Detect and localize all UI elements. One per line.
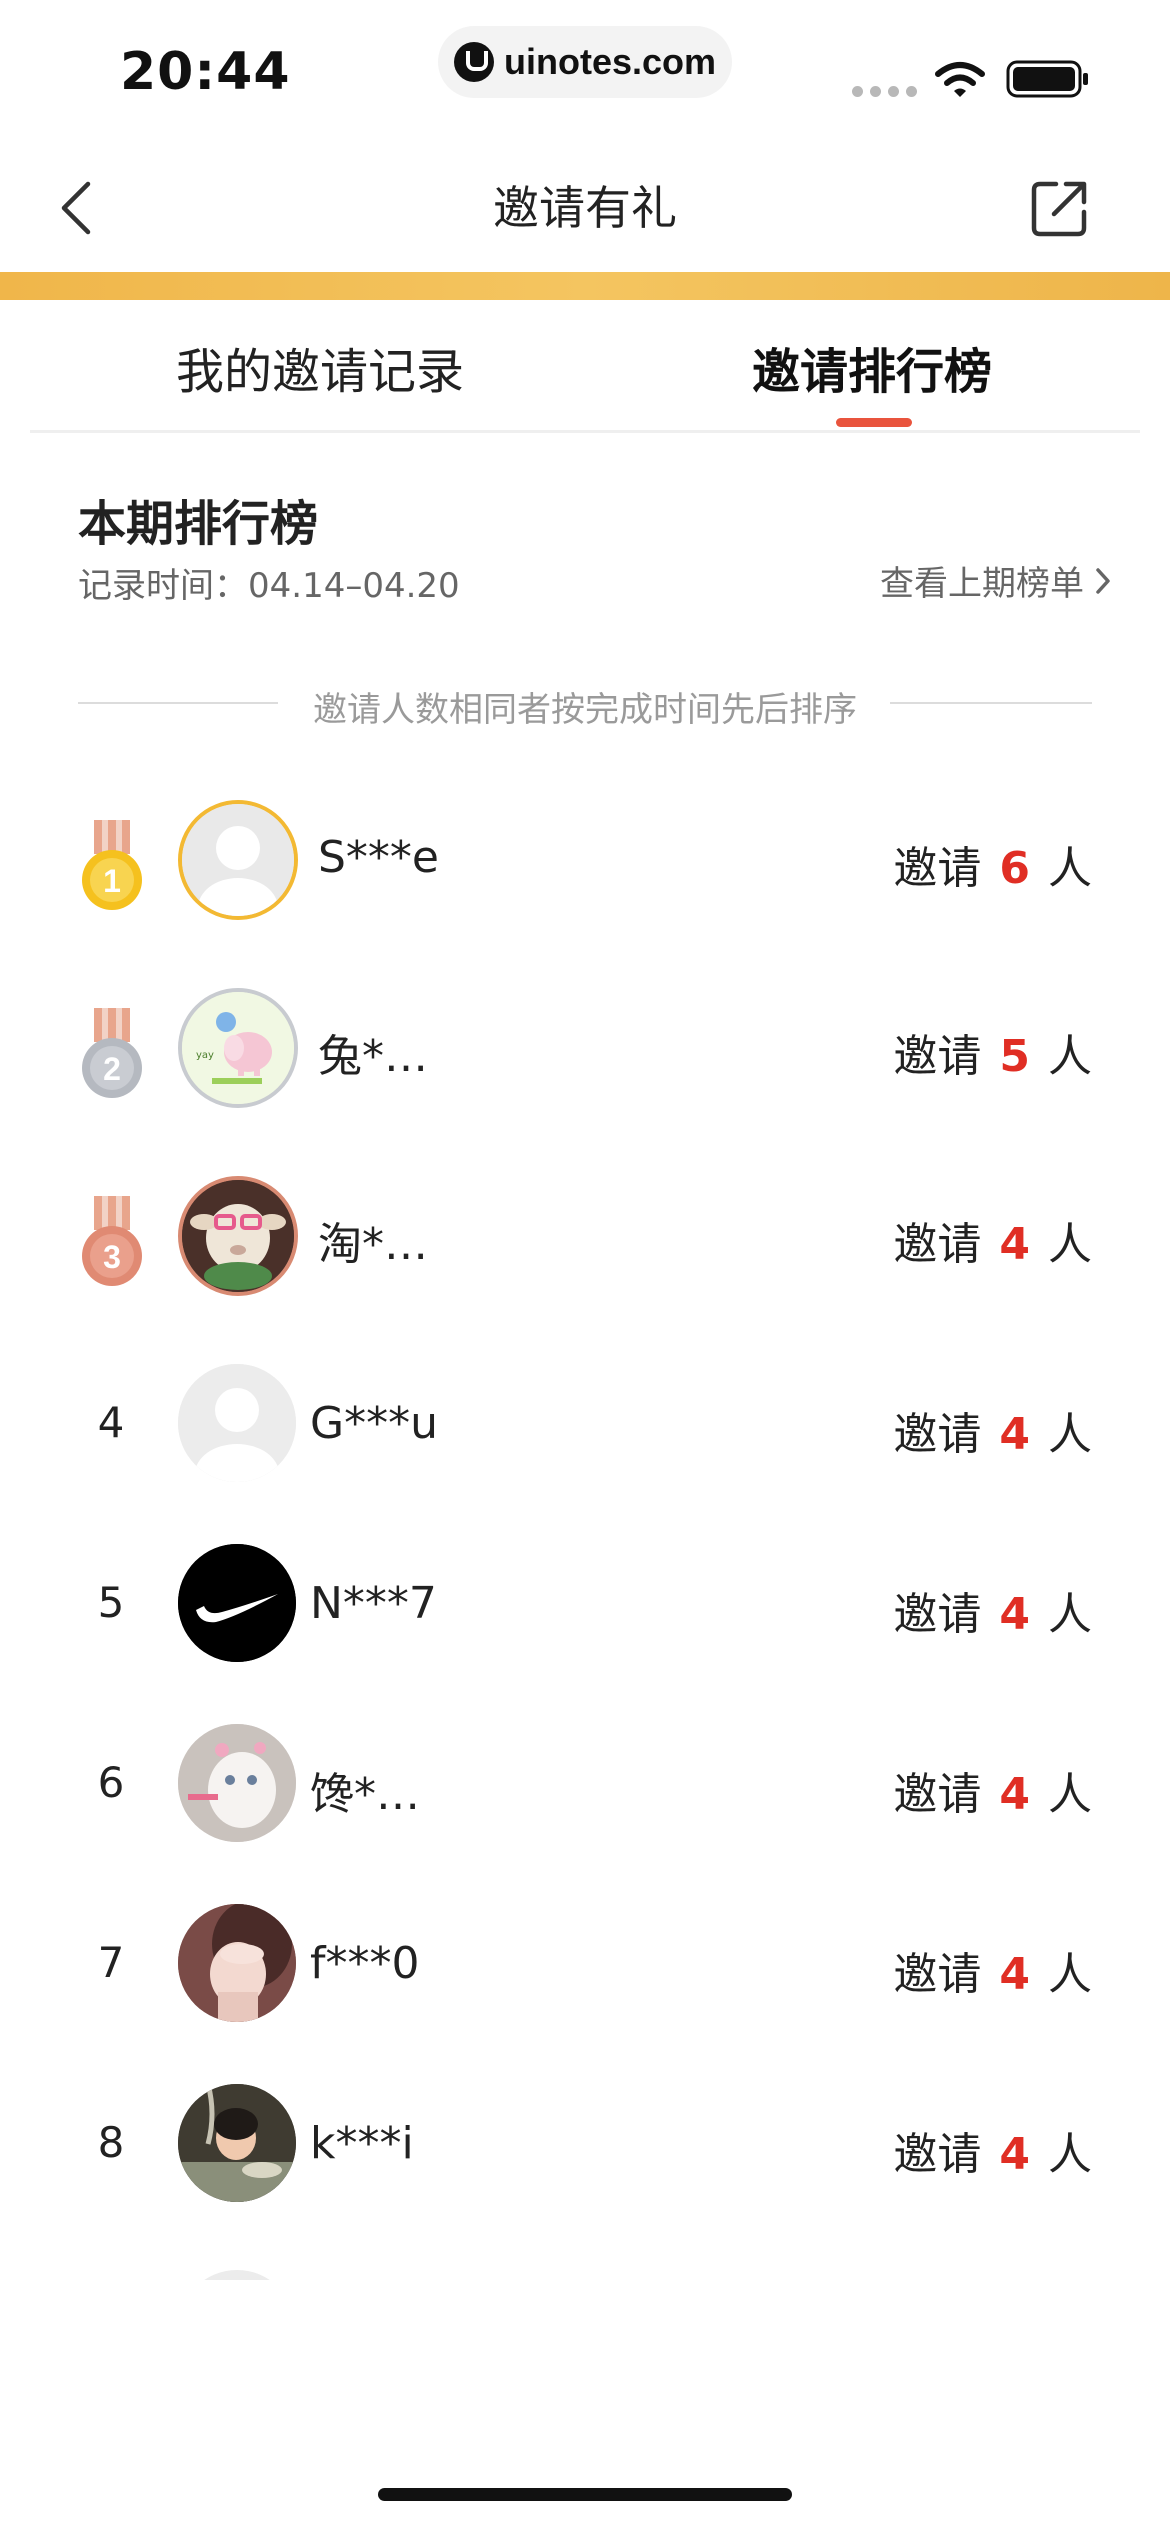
avatar	[178, 1724, 296, 1842]
user-name: N***7	[310, 1578, 437, 1629]
invite-prefix: 邀请	[893, 1769, 982, 1820]
invite-count: 邀请 4 人	[893, 2118, 1092, 2182]
avatar	[178, 800, 298, 920]
ranking-row: 6 馋*… 邀请 4 人	[0, 1706, 1170, 1856]
invite-count: 邀请 4 人	[893, 1938, 1092, 2002]
ranking-row: 1 S***e 邀请 6 人	[0, 788, 1170, 938]
view-last-period-link[interactable]: 查看上期榜单	[880, 556, 1112, 605]
invite-prefix: 邀请	[893, 1031, 982, 1082]
bronze-medal-icon: 3	[82, 1196, 142, 1286]
gold-medal-icon: 1	[82, 820, 142, 910]
invite-suffix: 人	[1048, 1031, 1092, 1082]
invite-prefix: 邀请	[893, 1589, 982, 1640]
invite-prefix: 邀请	[893, 843, 982, 894]
invite-prefix: 邀请	[893, 1219, 982, 1270]
invite-count-value: 4	[999, 1769, 1030, 1820]
invite-suffix: 人	[1048, 2129, 1092, 2180]
avatar: yay	[178, 988, 298, 1108]
invite-suffix: 人	[1048, 1219, 1092, 1270]
invite-suffix: 人	[1048, 1949, 1092, 2000]
user-name: 馋*…	[310, 1769, 420, 1820]
rank-number: 8	[97, 2118, 125, 2167]
invite-count: 邀请 6 人	[893, 832, 1092, 896]
rank-number: 6	[97, 1758, 125, 1807]
invite-count: 邀请 5 人	[893, 1020, 1092, 1084]
page-title: 邀请有礼	[493, 181, 677, 235]
invite-count: 邀请 4 人	[893, 1578, 1092, 1642]
ranking-row: 3 淘*… 邀请 4 人	[0, 1164, 1170, 1314]
invite-count-value: 4	[999, 1409, 1030, 1460]
next-row-peek	[178, 2270, 296, 2280]
rank-number: 5	[97, 1578, 125, 1627]
ranking-row: 2 yay 兔*… 邀请 5 人	[0, 976, 1170, 1126]
svg-text:3: 3	[103, 1239, 121, 1275]
wifi-icon	[935, 62, 985, 97]
invite-count-value: 6	[999, 843, 1030, 894]
avatar	[178, 1364, 296, 1482]
svg-text:yay: yay	[196, 1050, 214, 1061]
invite-count-value: 4	[999, 1949, 1030, 2000]
section-title: 本期排行榜	[78, 496, 319, 552]
invite-count-value: 4	[999, 1219, 1030, 1270]
active-tab-indicator	[836, 418, 912, 427]
avatar	[178, 1544, 296, 1662]
invite-count: 邀请 4 人	[893, 1208, 1092, 1272]
view-last-label: 查看上期榜单	[880, 564, 1084, 604]
user-name: f***0	[310, 1938, 420, 1989]
avatar	[178, 1904, 296, 2022]
avatar	[178, 2084, 296, 2202]
svg-text:1: 1	[103, 863, 121, 899]
header-accent-bar	[0, 272, 1170, 300]
chevron-right-icon	[1096, 567, 1110, 594]
silver-medal-icon: 2	[82, 1008, 142, 1098]
invite-suffix: 人	[1048, 1769, 1092, 1820]
cellular-signal-icon	[852, 86, 917, 97]
invite-prefix: 邀请	[893, 1949, 982, 2000]
avatar	[178, 1176, 298, 1296]
tab-my-invite-records[interactable]: 我的邀请记录	[176, 332, 464, 402]
record-time: 记录时间：04.14–04.20	[78, 566, 460, 606]
user-name: 淘*…	[318, 1219, 428, 1270]
rank-number: 7	[97, 1938, 125, 1987]
battery-icon	[1006, 60, 1088, 98]
invite-prefix: 邀请	[893, 2129, 982, 2180]
tab-divider	[30, 430, 1140, 433]
invite-prefix: 邀请	[893, 1409, 982, 1460]
site-logo-icon	[453, 42, 494, 82]
url-pill[interactable]: uinotes.com	[438, 26, 732, 98]
invite-suffix: 人	[1048, 843, 1092, 894]
ranking-row: 4 G***u 邀请 4 人	[0, 1346, 1170, 1496]
url-text: uinotes.com	[503, 41, 717, 82]
share-icon[interactable]	[1030, 178, 1090, 238]
user-name: G***u	[310, 1398, 438, 1449]
user-name: 兔*…	[318, 1031, 428, 1082]
user-name: k***i	[310, 2118, 414, 2169]
status-time: 20:44	[120, 42, 291, 102]
ranking-row: 8 k***i 邀请 4 人	[0, 2066, 1170, 2216]
svg-text:2: 2	[103, 1051, 121, 1087]
tab-invite-ranking[interactable]: 邀请排行榜	[752, 332, 992, 402]
invite-count: 邀请 4 人	[893, 1758, 1092, 1822]
invite-count-value: 5	[999, 1031, 1030, 1082]
invite-count: 邀请 4 人	[893, 1398, 1092, 1462]
home-indicator[interactable]	[378, 2488, 792, 2501]
invite-suffix: 人	[1048, 1409, 1092, 1460]
invite-count-value: 4	[999, 2129, 1030, 2180]
invite-count-value: 4	[999, 1589, 1030, 1640]
user-name: S***e	[318, 832, 439, 883]
invite-suffix: 人	[1048, 1589, 1092, 1640]
ranking-row: 7 f***0 邀请 4 人	[0, 1886, 1170, 2036]
ranking-row: 5 N***7 邀请 4 人	[0, 1526, 1170, 1676]
sorting-rule-text: 邀请人数相同者按完成时间先后排序	[313, 690, 857, 730]
rank-number: 4	[97, 1398, 125, 1447]
